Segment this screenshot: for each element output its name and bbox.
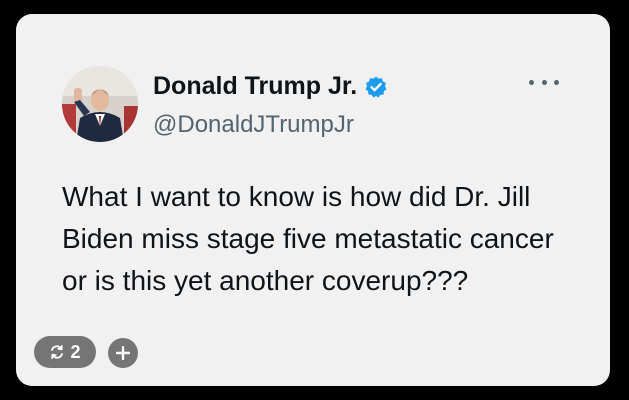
- more-dot: [541, 79, 547, 85]
- repost-count-button[interactable]: 2: [34, 336, 96, 368]
- more-dot: [554, 79, 559, 85]
- more-dot: [529, 79, 534, 85]
- plus-icon: [116, 346, 130, 360]
- tweet-text: What I want to know is how did Dr. Jill …: [62, 181, 554, 296]
- repost-icon: [51, 345, 64, 359]
- more-horizontal-icon[interactable]: [529, 76, 559, 88]
- tweet-card: Donald Trump Jr. @DonaldJTrumpJr What I …: [16, 14, 610, 386]
- author-name[interactable]: Donald Trump Jr.: [153, 72, 357, 101]
- avatar[interactable]: [62, 66, 138, 142]
- avatar-photo: [62, 66, 138, 142]
- author-name-row[interactable]: Donald Trump Jr.: [153, 72, 388, 101]
- add-button[interactable]: [108, 338, 138, 368]
- verified-badge-icon: [365, 76, 387, 98]
- repost-count: 2: [70, 341, 81, 362]
- author-handle[interactable]: @DonaldJTrumpJr: [153, 111, 354, 139]
